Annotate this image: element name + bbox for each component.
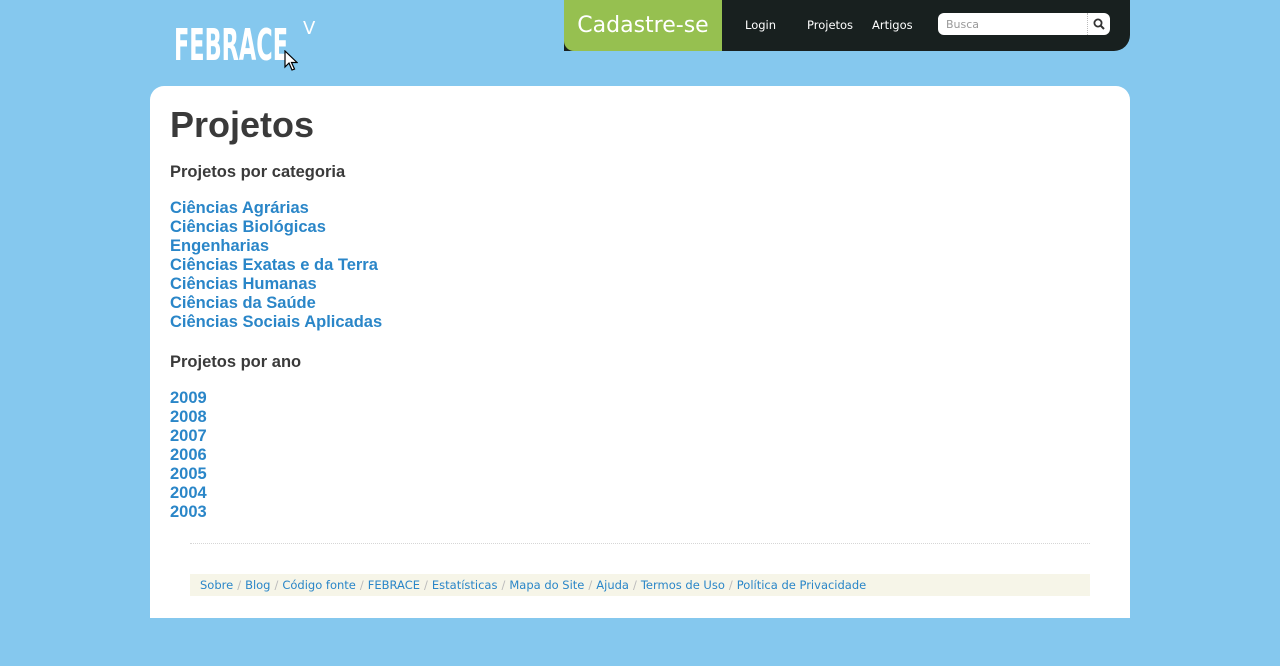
search-box [938, 13, 1110, 35]
year-link-2005[interactable]: 2005 [170, 465, 207, 483]
footer-link-codigo-fonte[interactable]: Código fonte [282, 578, 356, 592]
mouse-cursor-icon [284, 50, 298, 71]
page: FEBRACE V Cadastre-se Login Projetos Art… [0, 0, 1280, 666]
list-item: Ciências Sociais Aplicadas [170, 313, 382, 332]
search-input[interactable] [946, 13, 1084, 35]
footer-link-sobre[interactable]: Sobre [200, 578, 233, 592]
footer-separator: / [237, 578, 242, 592]
search-icon [1093, 18, 1105, 30]
year-heading: Projetos por ano [170, 353, 302, 371]
category-link-engenharias[interactable]: Engenharias [170, 237, 269, 255]
footer-link-mapa-do-site[interactable]: Mapa do Site [509, 578, 584, 592]
category-link-ciencias-exatas[interactable]: Ciências Exatas e da Terra [170, 256, 378, 274]
year-link-2004[interactable]: 2004 [170, 484, 207, 502]
list-item: 2005 [170, 465, 207, 484]
list-item: 2008 [170, 408, 207, 427]
category-link-ciencias-agrarias[interactable]: Ciências Agrárias [170, 199, 309, 217]
year-link-2008[interactable]: 2008 [170, 408, 207, 426]
footer-link-ajuda[interactable]: Ajuda [596, 578, 629, 592]
category-heading: Projetos por categoria [170, 163, 346, 181]
febrace-logo-mark: FEBRACE V [174, 18, 316, 71]
content-card: Projetos Projetos por categoria Ciências… [150, 86, 1130, 618]
year-link-2006[interactable]: 2006 [170, 446, 207, 464]
footer-link-febrace[interactable]: FEBRACE [368, 578, 420, 592]
footer-link-termos-de-uso[interactable]: Termos de Uso [641, 578, 725, 592]
category-link-ciencias-sociais[interactable]: Ciências Sociais Aplicadas [170, 313, 382, 331]
list-item: 2006 [170, 446, 207, 465]
footer-separator: / [359, 578, 364, 592]
list-item: 2007 [170, 427, 207, 446]
footer-link-blog[interactable]: Blog [245, 578, 270, 592]
list-item: 2003 [170, 503, 207, 522]
top-navigation-bar: Cadastre-se Login Projetos Artigos [564, 0, 1130, 51]
year-link-2009[interactable]: 2009 [170, 389, 207, 407]
year-link-2007[interactable]: 2007 [170, 427, 207, 445]
footer-link-politica-de-privacidade[interactable]: Política de Privacidade [737, 578, 866, 592]
footer-separator: / [588, 578, 593, 592]
footer-separator: / [424, 578, 428, 592]
footer-separator: / [274, 578, 279, 592]
logo-text: FEBRACE [174, 20, 288, 68]
list-item: 2004 [170, 484, 207, 503]
list-item: Ciências da Saúde [170, 294, 382, 313]
febrace-logo[interactable]: FEBRACE V [172, 12, 322, 71]
footer-separator: / [501, 578, 506, 592]
list-item: Ciências Humanas [170, 275, 382, 294]
page-title: Projetos [170, 104, 315, 145]
list-item: 2009 [170, 389, 207, 408]
category-link-ciencias-biologicas[interactable]: Ciências Biológicas [170, 218, 326, 236]
search-button[interactable] [1087, 13, 1110, 35]
footer-separator: / [728, 578, 733, 592]
nav-login-link[interactable]: Login [745, 0, 776, 51]
nav-artigos-link[interactable]: Artigos [872, 0, 913, 51]
footer-links: Sobre / Blog / Código fonte / FEBRACE / Estatíst… [190, 574, 1090, 596]
list-item: Ciências Exatas e da Terra [170, 256, 382, 275]
list-item: Engenharias [170, 237, 382, 256]
footer-link-estatisticas[interactable]: Estatísticas [432, 578, 498, 592]
nav-projetos-link[interactable]: Projetos [807, 0, 853, 51]
signup-button[interactable]: Cadastre-se [564, 0, 722, 51]
logo-suffix: V [303, 18, 316, 39]
year-link-2003[interactable]: 2003 [170, 503, 207, 521]
category-link-ciencias-saude[interactable]: Ciências da Saúde [170, 294, 316, 312]
category-list: Ciências Agrárias Ciências Biológicas En… [170, 199, 382, 332]
year-list: 2009 2008 2007 2006 2005 2004 2003 [170, 389, 207, 522]
footer-separator: / [632, 578, 637, 592]
category-link-ciencias-humanas[interactable]: Ciências Humanas [170, 275, 317, 293]
list-item: Ciências Agrárias [170, 199, 382, 218]
divider [190, 543, 1090, 544]
list-item: Ciências Biológicas [170, 218, 382, 237]
